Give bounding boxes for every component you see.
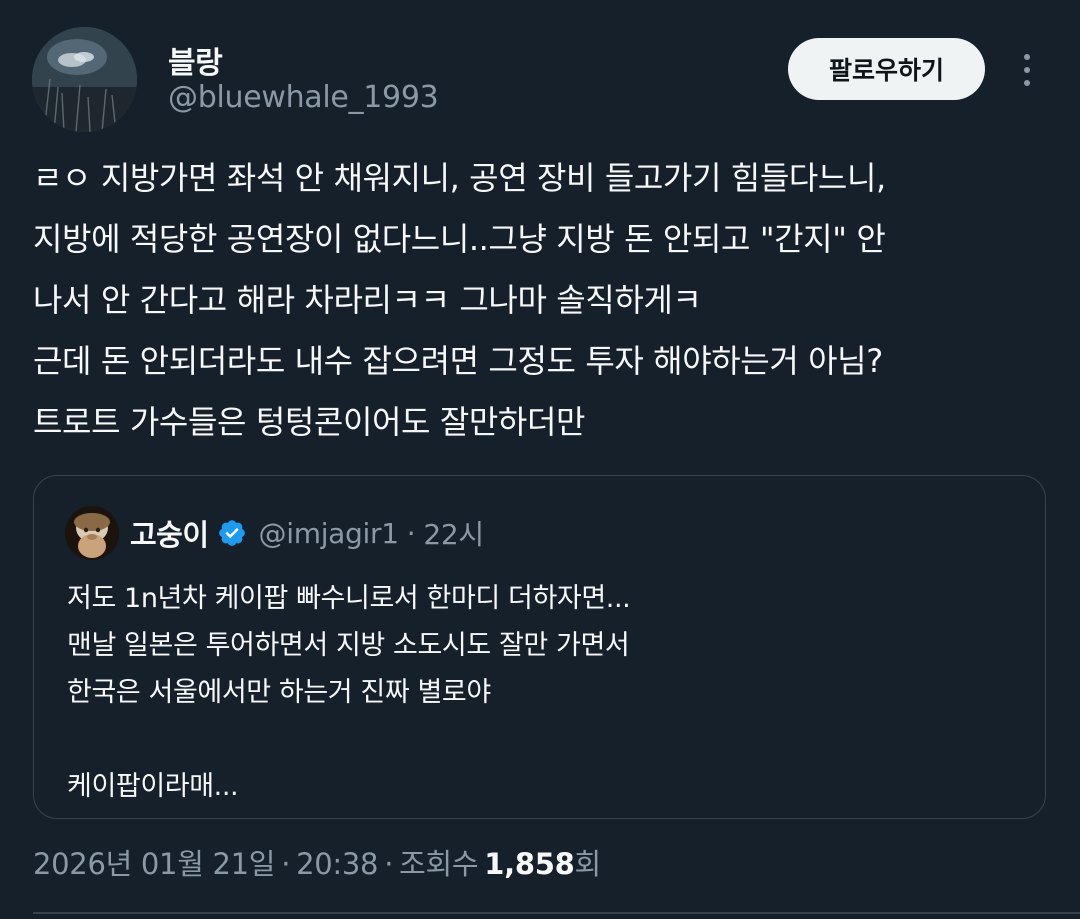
author-display-name[interactable]: 블랑 [168, 38, 223, 82]
quoted-author-handle[interactable]: @imjagir1 [259, 517, 399, 550]
divider [33, 912, 1080, 914]
avatar-image [32, 27, 137, 132]
tweet-text-line: 지방에 적당한 공연장이 없다느니..그냥 지방 돈 안되고 "간지" 안 [33, 220, 886, 258]
more-dot [1024, 67, 1030, 73]
more-dot [1024, 80, 1030, 86]
quoted-tweet-text: 저도 1n년차 케이팝 빠수니로서 한마디 더하자면... 맨날 일본은 투어하… [67, 575, 1007, 810]
quoted-author-name[interactable]: 고숭이 [130, 512, 209, 554]
quoted-text-line: 맨날 일본은 투어하면서 지방 소도시도 잘만 가면서 [67, 630, 630, 661]
meta-separator: · [384, 847, 394, 881]
more-dot [1024, 54, 1030, 60]
views-suffix: 회 [574, 847, 601, 881]
author-avatar[interactable] [32, 27, 137, 132]
tweet-text: ㄹㅇ 지방가면 좌석 안 채워지니, 공연 장비 들고가기 힘들다느니, 지방에… [33, 148, 1043, 453]
quoted-text-line: 케이팝이라매... [67, 771, 239, 802]
tweet-text-line: 트로트 가수들은 텅텅콘이어도 잘만하더만 [33, 403, 586, 441]
quoted-tweet-header: 고숭이 @imjagir1 · 22시 [130, 512, 484, 554]
quoted-avatar-image [65, 506, 119, 560]
tweet-time[interactable]: 20:38 [296, 847, 378, 881]
views-label: 조회수 [399, 847, 479, 881]
tweet-container: 블랑 @bluewhale_1993 팔로우하기 ㄹㅇ 지방가면 좌석 안 채워… [0, 0, 1080, 919]
tweet-text-line: 나서 안 간다고 해라 차라리ㅋㅋ 그나마 솔직하게ㅋ [33, 281, 702, 319]
author-handle[interactable]: @bluewhale_1993 [168, 80, 439, 115]
quoted-separator: · [406, 516, 416, 550]
quoted-author-avatar[interactable] [65, 506, 119, 560]
meta-separator: · [281, 847, 291, 881]
quoted-text-line [67, 716, 1007, 763]
follow-button[interactable]: 팔로우하기 [788, 38, 985, 100]
quoted-text-line: 한국은 서울에서만 하는거 진짜 별로야 [67, 677, 491, 708]
tweet-meta: 2026년 01월 21일 · 20:38 · 조회수 1,858회 [33, 841, 601, 883]
tweet-text-line: 근데 돈 안되더라도 내수 잡으려면 그정도 투자 해야하는거 아님? [33, 342, 883, 380]
more-dots-icon[interactable] [1010, 50, 1044, 90]
quoted-tweet-card[interactable]: 고숭이 @imjagir1 · 22시 저도 1n년차 케이팝 빠수니로서 한마… [33, 475, 1046, 819]
verified-badge-icon [217, 518, 247, 548]
quoted-text-line: 저도 1n년차 케이팝 빠수니로서 한마디 더하자면... [67, 583, 631, 614]
quoted-timestamp[interactable]: 22시 [423, 513, 484, 553]
tweet-date[interactable]: 2026년 01월 21일 [33, 847, 275, 881]
views-count: 1,858 [484, 847, 575, 881]
tweet-text-line: ㄹㅇ 지방가면 좌석 안 채워지니, 공연 장비 들고가기 힘들다느니, [33, 159, 886, 197]
